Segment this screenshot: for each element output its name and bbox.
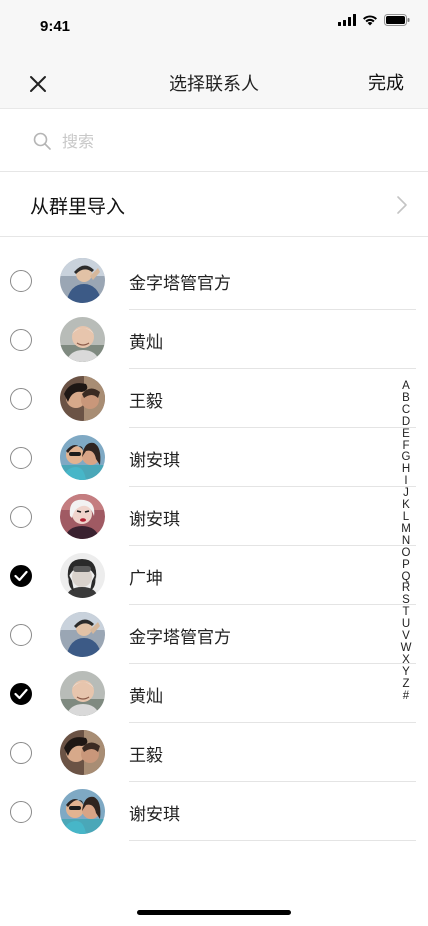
contact-name: 金字塔管官方 xyxy=(129,628,231,648)
avatar xyxy=(60,553,105,598)
import-from-group-label: 从群里导入 xyxy=(30,196,126,218)
avatar xyxy=(60,494,105,539)
alphabet-index-letter[interactable]: C xyxy=(400,404,412,417)
home-indicator xyxy=(137,910,291,915)
alphabet-index-letter[interactable]: X xyxy=(400,654,412,667)
contact-name: 黄灿 xyxy=(129,687,163,707)
battery-icon xyxy=(384,14,410,26)
contact-name: 王毅 xyxy=(129,746,163,766)
contact-name: 谢安琪 xyxy=(129,510,180,530)
checkbox-checked[interactable] xyxy=(10,565,32,587)
checkbox-unchecked[interactable] xyxy=(10,329,32,351)
page-title: 选择联系人 xyxy=(169,74,259,95)
contact-row[interactable]: 王毅 xyxy=(0,723,428,782)
contact-name: 黄灿 xyxy=(129,333,163,353)
checkbox-unchecked[interactable] xyxy=(10,388,32,410)
contact-name: 谢安琪 xyxy=(129,805,180,825)
contact-row[interactable]: 谢安琪 xyxy=(0,782,428,841)
avatar xyxy=(60,435,105,480)
contact-row[interactable]: 黄灿 xyxy=(0,310,428,369)
checkbox-unchecked[interactable] xyxy=(10,801,32,823)
row-divider xyxy=(129,840,416,841)
alphabet-index-letter[interactable]: # xyxy=(400,690,412,703)
contact-list: 金字塔管官方 黄灿 王毅 谢安琪 谢安琪 广坤 金字塔管官方 黄灿 王毅 谢安琪 xyxy=(0,251,428,841)
alphabet-index-letter[interactable]: Y xyxy=(400,666,412,679)
contact-row[interactable]: 广坤 xyxy=(0,546,428,605)
import-from-group-row[interactable]: 从群里导入 xyxy=(0,173,428,237)
search-icon xyxy=(33,132,51,150)
checkbox-unchecked[interactable] xyxy=(10,270,32,292)
contact-row[interactable]: 谢安琪 xyxy=(0,487,428,546)
contact-row[interactable]: 王毅 xyxy=(0,369,428,428)
alphabet-index-letter[interactable]: E xyxy=(400,428,412,441)
checkmark-icon xyxy=(14,570,28,582)
search-bar xyxy=(0,109,428,172)
alphabet-index[interactable]: A B C D E F G H I J K L M N O P Q R S T U V W X Y Z # xyxy=(400,380,412,703)
avatar xyxy=(60,730,105,775)
nav-bar: 选择联系人 完成 xyxy=(0,54,428,109)
avatar xyxy=(60,671,105,716)
avatar xyxy=(60,612,105,657)
contact-row[interactable]: 黄灿 xyxy=(0,664,428,723)
avatar xyxy=(60,317,105,362)
chevron-right-icon xyxy=(397,196,407,214)
checkbox-unchecked[interactable] xyxy=(10,742,32,764)
avatar xyxy=(60,376,105,421)
alphabet-index-letter[interactable]: D xyxy=(400,416,412,429)
checkmark-icon xyxy=(14,688,28,700)
alphabet-index-letter[interactable]: P xyxy=(400,559,412,572)
status-time: 9:41 xyxy=(40,18,71,35)
alphabet-index-letter[interactable]: O xyxy=(400,547,412,560)
cellular-signal-icon xyxy=(338,14,356,26)
checkbox-checked[interactable] xyxy=(10,683,32,705)
status-bar: 9:41 xyxy=(0,0,428,54)
contact-row[interactable]: 金字塔管官方 xyxy=(0,605,428,664)
checkbox-unchecked[interactable] xyxy=(10,624,32,646)
contact-name: 广坤 xyxy=(129,569,163,589)
checkbox-unchecked[interactable] xyxy=(10,447,32,469)
avatar xyxy=(60,789,105,834)
search-input[interactable] xyxy=(62,127,382,155)
checkbox-unchecked[interactable] xyxy=(10,506,32,528)
alphabet-index-letter[interactable]: N xyxy=(400,535,412,548)
wifi-icon xyxy=(363,15,377,26)
contact-row[interactable]: 金字塔管官方 xyxy=(0,251,428,310)
done-button[interactable]: 完成 xyxy=(368,69,404,95)
alphabet-index-letter[interactable]: M xyxy=(400,523,412,536)
avatar xyxy=(60,258,105,303)
contact-name: 金字塔管官方 xyxy=(129,274,231,294)
alphabet-index-letter[interactable]: Z xyxy=(400,678,412,691)
contact-name: 王毅 xyxy=(129,392,163,412)
contact-name: 谢安琪 xyxy=(129,451,180,471)
contact-row[interactable]: 谢安琪 xyxy=(0,428,428,487)
status-icons xyxy=(338,14,410,26)
